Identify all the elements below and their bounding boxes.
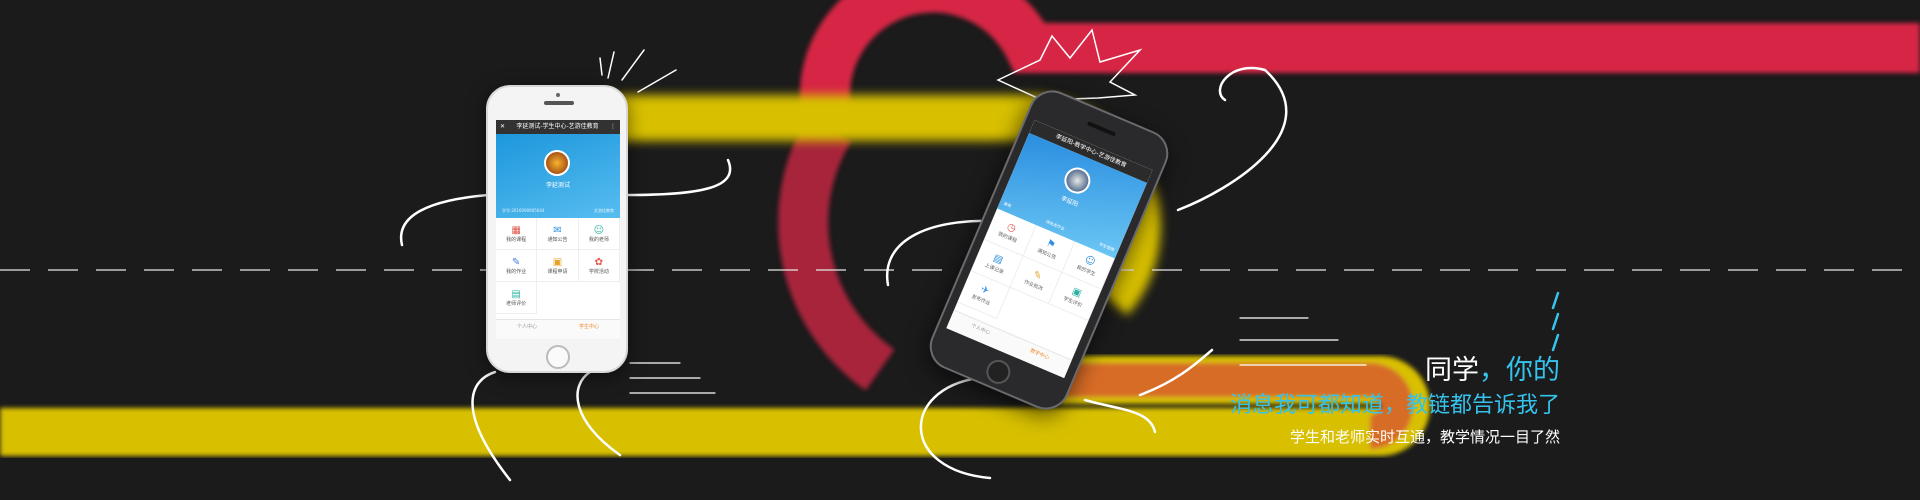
avatar[interactable]	[1060, 163, 1095, 198]
grid-item[interactable]: ▤ 老师评价	[496, 282, 538, 314]
speaker	[1086, 121, 1117, 137]
grid-item-icon: ▣	[552, 256, 563, 268]
title-bar-text: 李延测试-学生中心-艺游佳教育	[516, 123, 599, 130]
tab-item[interactable]: 学生中心	[558, 320, 620, 339]
background-illustration	[0, 0, 1920, 482]
profile-sub-item[interactable]: 学生管理	[1098, 241, 1115, 253]
grid-item[interactable]: ✉ 通知公告	[537, 218, 579, 250]
grid-item-label: 学校活动	[588, 268, 609, 275]
headline: 同学，你的	[1230, 355, 1560, 387]
home-button[interactable]	[546, 345, 570, 369]
grid-item-label: 我的老师	[588, 236, 609, 243]
grid-item[interactable]: ▣ 课程申请	[537, 250, 579, 282]
grid-item[interactable]: ▦ 我的课程	[496, 218, 538, 250]
grid-item-icon: ✿	[594, 256, 604, 268]
bottom-tab-bar: 个人中心 学生中心	[496, 319, 620, 339]
grid-item-icon: ✉	[553, 224, 562, 236]
yellow-stripe-lower	[0, 356, 1430, 456]
profile-sub: 学号:2016090905044 艺游佳教育	[502, 208, 614, 214]
more-menu-icon[interactable]: ⋮	[610, 120, 616, 134]
profile-header: 李延测试 学号:2016090905044 艺游佳教育	[496, 134, 620, 218]
caption-block: 同学，你的 消息我可都知道，教链都告诉我了 学生和老师实时互通，教学情况一目了然	[1230, 355, 1560, 449]
phone-left: ✕ 李延测试-学生中心-艺游佳教育 ⋮ 李延测试 学号:201609090504…	[486, 85, 628, 373]
feature-grid: ▦ 我的课程 ✉ 通知公告 ☺ 我的老师 ✎ 我的作业 ▣ 课程申请 ✿ 学校活动 ▤ 老师评价	[496, 218, 620, 314]
grid-item-label: 课程申请	[547, 268, 568, 275]
user-name: 李延测试	[545, 182, 570, 189]
grid-item-icon: ▦	[511, 224, 521, 236]
tab-item[interactable]: 个人中心	[496, 320, 558, 339]
grid-item[interactable]: ☺ 我的老师	[578, 218, 620, 250]
phone-left-screen: ✕ 李延测试-学生中心-艺游佳教育 ⋮ 李延测试 学号:201609090504…	[496, 120, 620, 339]
profile-sub-item[interactable]: 课表	[1002, 201, 1012, 210]
grid-item-label: 通知公告	[547, 236, 568, 243]
grid-item-icon: ✎	[511, 256, 521, 268]
grid-item-icon: ☺	[593, 224, 605, 236]
grid-item-label: 我的课程	[506, 236, 527, 243]
title-bar: ✕ 李延测试-学生中心-艺游佳教育 ⋮	[496, 120, 620, 134]
home-button[interactable]	[982, 356, 1015, 388]
description: 学生和老师实时互通，教学情况一目了然	[1289, 428, 1560, 446]
subheadline: 消息我可都知道，教链都告诉我了	[1229, 393, 1560, 418]
school-name: 艺游佳教育	[594, 208, 614, 213]
grid-item[interactable]: ✿ 学校活动	[578, 250, 620, 282]
speaker	[544, 101, 574, 105]
avatar[interactable]	[544, 150, 570, 176]
grid-item-icon: ▤	[511, 288, 521, 300]
grid-item-label: 老师评价	[506, 300, 527, 307]
profile-sub-item[interactable]: 待批改作业	[1045, 219, 1065, 232]
headline-cyan: ，你的	[1479, 355, 1560, 386]
grid-item[interactable]: ✎ 我的作业	[496, 250, 538, 282]
headline-white: 同学	[1425, 355, 1479, 386]
grid-item-label: 我的作业	[506, 268, 527, 275]
student-id: 学号:2016090905044	[502, 208, 545, 213]
camera	[556, 93, 560, 97]
cyan-slashes	[1551, 291, 1560, 352]
